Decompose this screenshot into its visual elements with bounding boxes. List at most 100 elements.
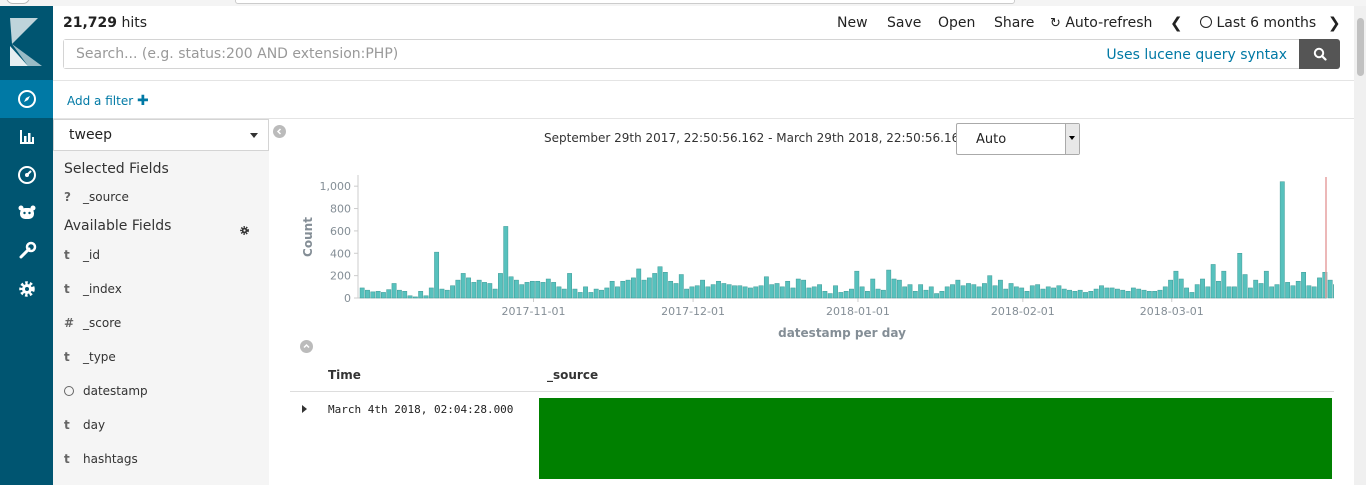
histogram-bar — [705, 286, 711, 299]
histogram-bar — [1120, 289, 1126, 299]
histogram-bar — [572, 288, 578, 299]
field-item-source[interactable]: ? _source — [64, 190, 129, 204]
histogram-bar — [636, 268, 642, 299]
histogram-bar — [524, 282, 530, 299]
search-input[interactable] — [64, 40, 1104, 68]
histogram-bar — [1099, 285, 1104, 299]
y-tick-label: 0 — [344, 292, 351, 305]
histogram-bar — [875, 288, 881, 299]
collapse-sidebar-button[interactable] — [273, 125, 286, 138]
histogram-bar — [631, 277, 636, 299]
field-settings-gear-icon[interactable] — [239, 221, 250, 240]
add-filter-button[interactable]: Add a filter ✚ — [67, 93, 149, 109]
histogram-bar — [1306, 285, 1312, 299]
field-item-type[interactable]: t _type — [64, 350, 116, 364]
menu-share-button[interactable]: Share — [994, 15, 1034, 31]
field-item-id[interactable]: t _id — [64, 248, 100, 262]
histogram-bar — [1019, 287, 1025, 299]
histogram-bar — [503, 226, 509, 299]
histogram-bar — [593, 288, 599, 299]
auto-refresh-button[interactable]: ↻ Auto-refresh — [1050, 15, 1152, 31]
field-name: _type — [83, 350, 116, 364]
histogram-bar — [381, 292, 386, 299]
histogram-bar — [439, 288, 445, 299]
histogram-bar — [1035, 284, 1041, 299]
histogram-bar — [849, 288, 854, 299]
histogram-bar — [1173, 270, 1179, 299]
field-item-index[interactable]: t _index — [64, 282, 122, 296]
expand-row-caret-icon[interactable] — [302, 405, 307, 413]
histogram-bar — [455, 279, 461, 299]
compass-icon — [17, 90, 36, 108]
time-back-chevron-icon[interactable]: ❮ — [1170, 14, 1183, 32]
histogram-bar — [1226, 286, 1232, 299]
histogram-bar — [944, 286, 950, 299]
histogram-bar — [365, 289, 370, 299]
field-type-string-icon: t — [64, 418, 70, 432]
histogram-bar — [1295, 280, 1301, 299]
page-scrollbar[interactable] — [1354, 6, 1366, 485]
interval-select[interactable]: Auto — [956, 123, 1080, 155]
nav-dashboard[interactable] — [0, 156, 53, 194]
column-header-time[interactable]: Time — [328, 368, 361, 382]
histogram-bar — [641, 279, 647, 299]
histogram-bar — [487, 283, 493, 299]
search-bar: Uses lucene query syntax — [63, 39, 1299, 69]
histogram-bar — [1115, 288, 1120, 299]
field-item-hashtags[interactable]: t hashtags — [64, 452, 138, 466]
histogram-bar — [763, 276, 769, 299]
histogram-bar — [694, 285, 700, 299]
histogram-bar — [1263, 270, 1269, 299]
histogram-bar — [880, 289, 886, 299]
collapse-chart-button[interactable] — [300, 340, 313, 353]
histogram-bar — [1317, 277, 1322, 299]
histogram-bar — [854, 270, 860, 299]
field-item-day[interactable]: t day — [64, 418, 105, 432]
field-name: _index — [83, 282, 122, 296]
column-header-source[interactable]: _source — [547, 368, 598, 382]
scrollbar-thumb[interactable] — [1357, 18, 1364, 76]
menu-new-button[interactable]: New — [837, 15, 868, 31]
nav-timelion[interactable] — [0, 194, 53, 232]
hits-label: hits — [121, 15, 148, 31]
time-range-label: September 29th 2017, 22:50:56.162 - Marc… — [544, 131, 983, 145]
histogram-bar — [817, 284, 822, 299]
browser-urlbar[interactable] — [235, 0, 1015, 4]
field-name: datestamp — [83, 384, 148, 398]
browser-button[interactable] — [6, 0, 30, 4]
histogram-bar — [1152, 291, 1158, 299]
lucene-syntax-link[interactable]: Uses lucene query syntax — [1106, 47, 1287, 63]
search-button[interactable] — [1299, 39, 1340, 69]
histogram-bar — [1024, 291, 1030, 299]
histogram-bar — [620, 280, 626, 299]
time-forward-chevron-icon[interactable]: ❯ — [1328, 14, 1341, 32]
selected-fields-title: Selected Fields — [64, 161, 169, 177]
histogram-bar — [822, 291, 828, 299]
histogram-bar — [529, 280, 535, 299]
kibana-logo[interactable] — [0, 6, 53, 80]
histogram-bar — [1141, 289, 1147, 299]
histogram-bar — [412, 296, 418, 299]
histogram-bar — [811, 286, 817, 299]
nav-management[interactable] — [0, 270, 53, 308]
histogram-bar — [556, 286, 562, 299]
histogram-bar — [471, 282, 477, 299]
histogram-bar — [726, 284, 732, 299]
histogram-bar — [1189, 292, 1195, 299]
field-item-datestamp[interactable]: datestamp — [64, 384, 148, 398]
time-picker-button[interactable]: Last 6 months — [1200, 15, 1316, 31]
menu-open-button[interactable]: Open — [938, 15, 975, 31]
x-tick-label: 2018-01-01 — [826, 305, 890, 318]
histogram-bar — [567, 273, 572, 299]
histogram-bar — [1029, 285, 1035, 299]
histogram-bar — [790, 287, 796, 299]
field-item-score[interactable]: # _score — [64, 316, 121, 330]
index-pattern-select[interactable]: tweep — [53, 119, 269, 151]
menu-save-button[interactable]: Save — [887, 15, 921, 31]
histogram-bar — [535, 280, 541, 299]
histogram-bar — [923, 289, 929, 299]
nav-visualize[interactable] — [0, 118, 53, 156]
histogram-bar — [1194, 284, 1200, 299]
nav-discover[interactable] — [0, 80, 53, 118]
nav-devtools[interactable] — [0, 232, 53, 270]
